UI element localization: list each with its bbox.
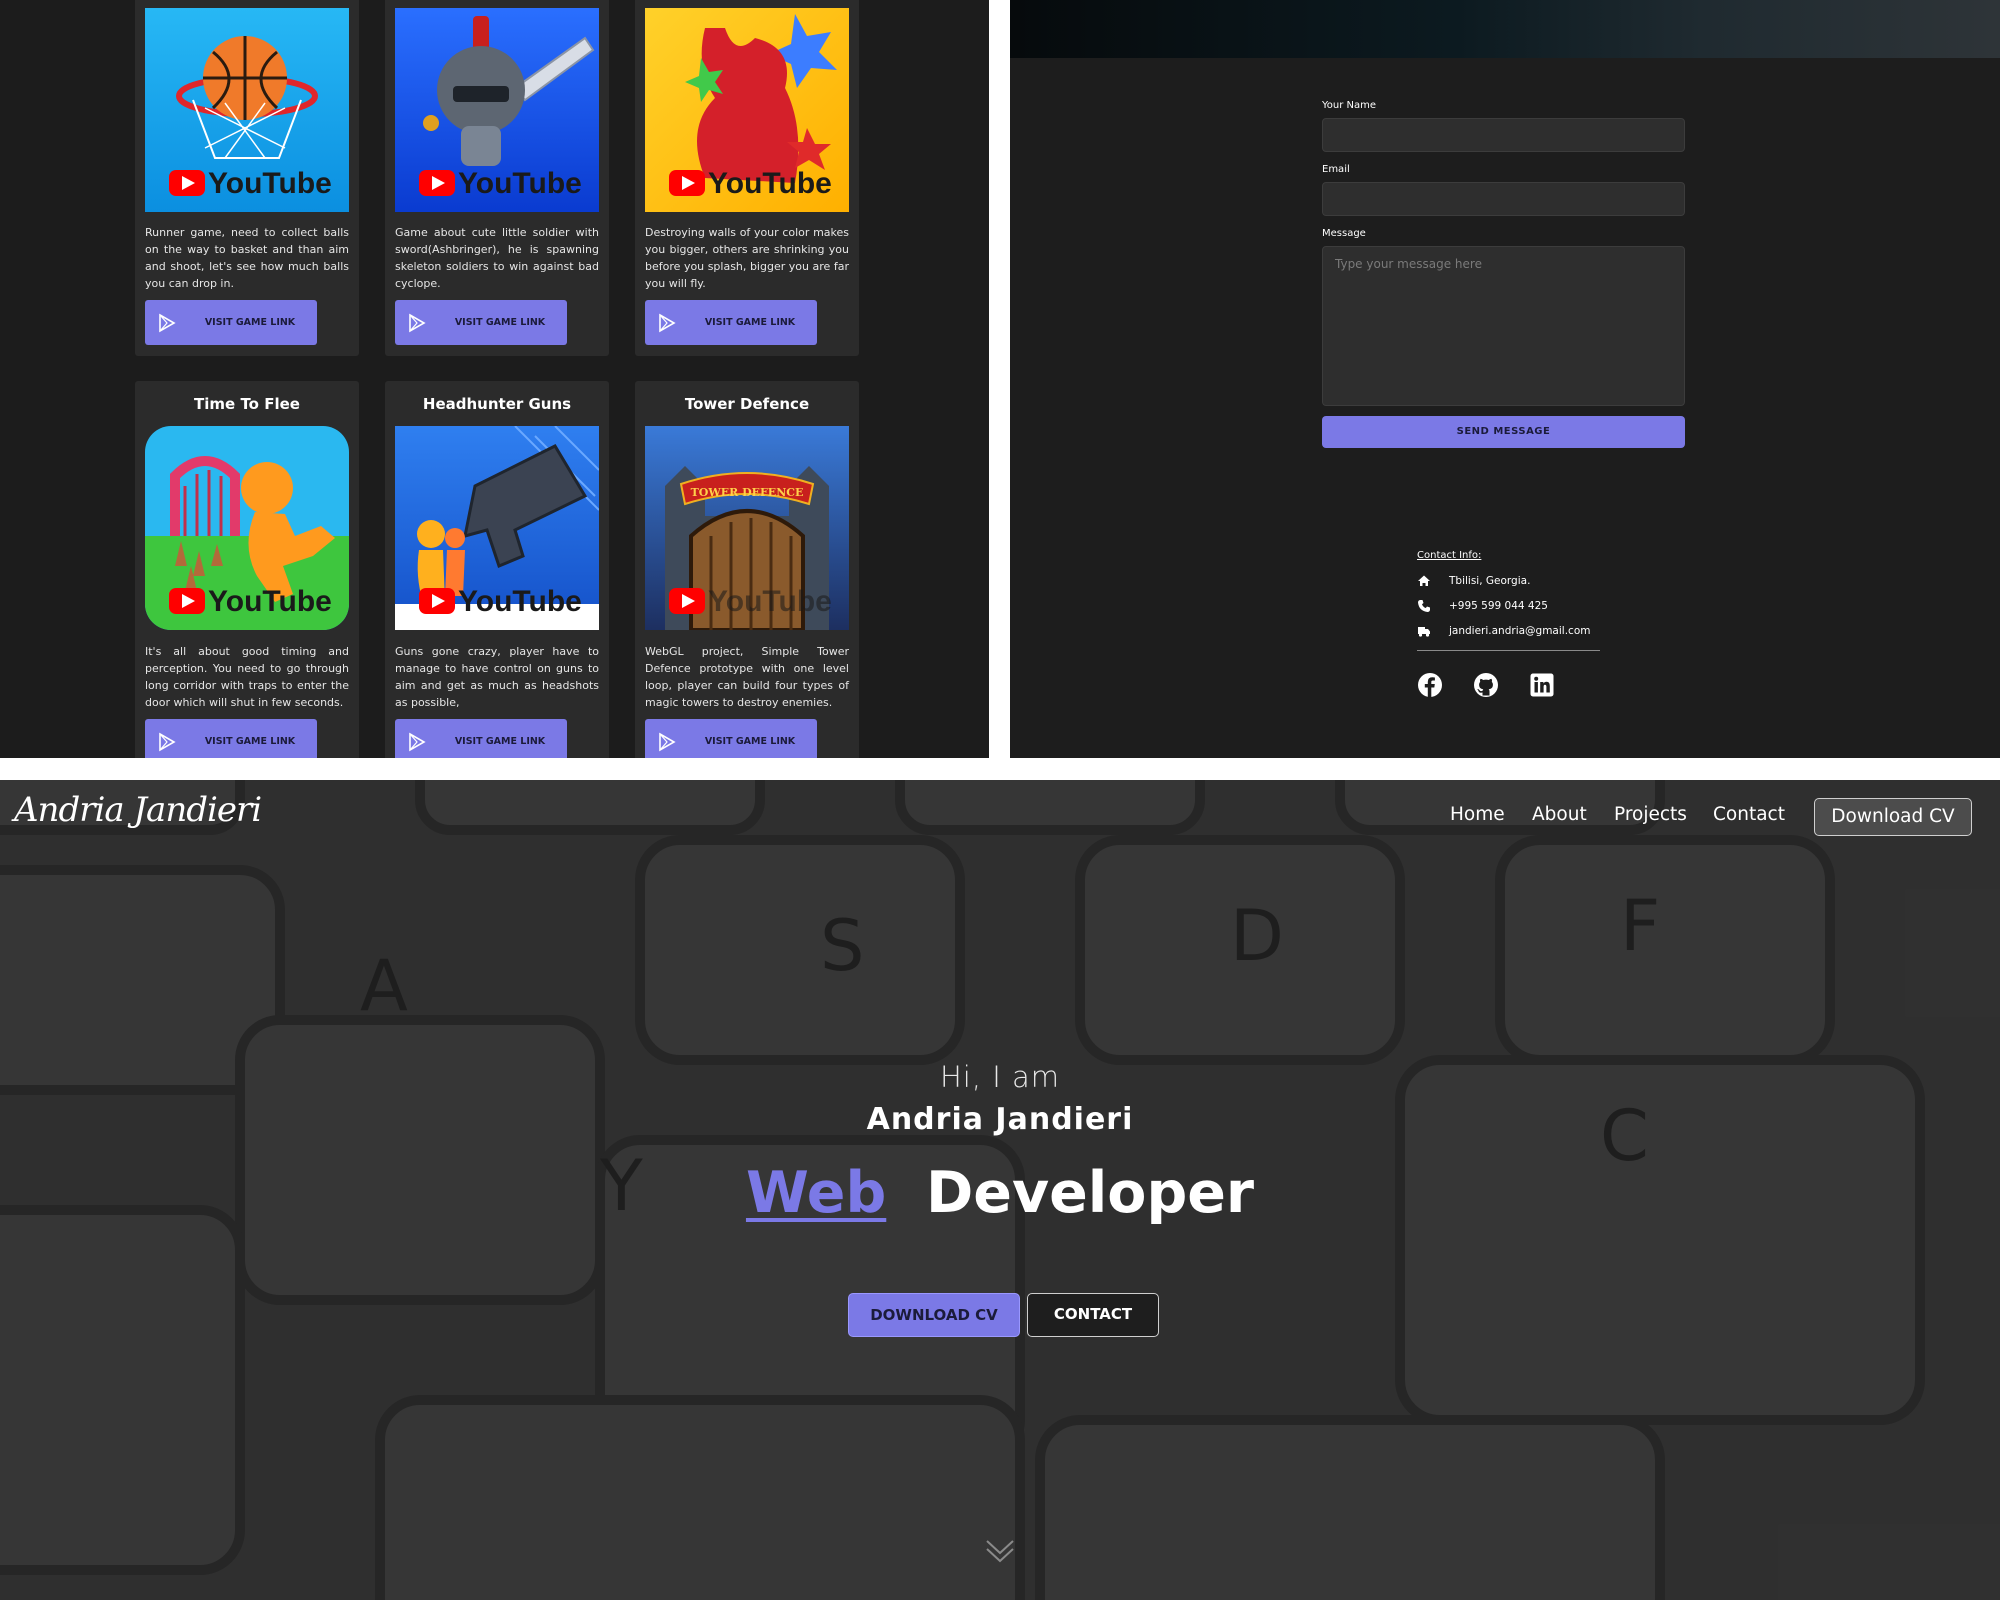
hero-name: Andria Jandieri bbox=[866, 1102, 1134, 1137]
game-card: Time To Flee YouTube It's all about good… bbox=[135, 381, 359, 758]
youtube-wordmark: YouTube bbox=[708, 585, 832, 618]
tower-defence-thumbnail-image: TOWER DEFENCE YouTube bbox=[645, 426, 849, 630]
visit-game-link-label: VISIT GAME LINK bbox=[454, 736, 546, 747]
play-store-icon bbox=[159, 313, 176, 333]
facebook-icon[interactable] bbox=[1417, 672, 1443, 698]
contact-header-image bbox=[1010, 0, 2000, 58]
games-panel: YouTube Runner game, need to collect bal… bbox=[0, 0, 989, 758]
youtube-wordmark: YouTube bbox=[458, 167, 582, 200]
game-thumbnail[interactable]: YouTube bbox=[145, 426, 349, 630]
game-card: YouTube Destroying walls of your color m… bbox=[635, 0, 859, 356]
phone-icon bbox=[1418, 600, 1430, 612]
visit-game-link-button[interactable]: VISIT GAME LINK bbox=[645, 300, 817, 345]
visit-game-link-label: VISIT GAME LINK bbox=[454, 317, 546, 328]
soldier-thumbnail-image: YouTube bbox=[395, 8, 599, 212]
headhunter-guns-thumbnail-image: YouTube bbox=[395, 426, 599, 630]
play-store-icon bbox=[659, 313, 676, 333]
game-thumbnail[interactable]: TOWER DEFENCE YouTube bbox=[645, 426, 849, 630]
visit-game-link-button[interactable]: VISIT GAME LINK bbox=[145, 719, 317, 758]
visit-game-link-label: VISIT GAME LINK bbox=[204, 317, 296, 328]
message-label: Message bbox=[1322, 228, 1366, 239]
game-card: YouTube Game about cute little soldier w… bbox=[385, 0, 609, 356]
hero-role-highlight: Web bbox=[745, 1160, 887, 1226]
address-text: Tbilisi, Georgia. bbox=[1449, 575, 1531, 587]
game-card: YouTube Runner game, need to collect bal… bbox=[135, 0, 359, 356]
send-message-button[interactable]: SEND MESSAGE bbox=[1322, 416, 1685, 448]
name-label: Your Name bbox=[1322, 100, 1377, 111]
home-icon bbox=[1418, 575, 1430, 586]
visit-game-link-label: VISIT GAME LINK bbox=[704, 736, 796, 747]
youtube-wordmark: YouTube bbox=[708, 167, 832, 200]
paint-splash-thumbnail-image: YouTube bbox=[645, 8, 849, 212]
email-label: Email bbox=[1322, 164, 1350, 175]
game-thumbnail[interactable]: YouTube bbox=[395, 426, 599, 630]
visit-game-link-button[interactable]: VISIT GAME LINK bbox=[395, 300, 567, 345]
youtube-wordmark: YouTube bbox=[458, 585, 582, 618]
game-description: It's all about good timing and perceptio… bbox=[145, 645, 349, 709]
game-description: Runner game, need to collect balls on th… bbox=[145, 226, 349, 290]
hero-role-title: Developer bbox=[925, 1160, 1255, 1226]
visit-game-link-label: VISIT GAME LINK bbox=[204, 736, 296, 747]
youtube-wordmark: YouTube bbox=[208, 167, 332, 200]
hero-panel: A S D F Y C Andria Jandieri Home About P… bbox=[0, 780, 2000, 1600]
play-store-icon bbox=[159, 732, 176, 752]
nav-download-cv-button[interactable]: Download CV bbox=[1814, 798, 1972, 836]
game-card: Headhunter Guns YouTube Guns gone crazy,… bbox=[385, 381, 609, 758]
play-store-icon bbox=[409, 732, 426, 752]
visit-game-link-button[interactable]: VISIT GAME LINK bbox=[145, 300, 317, 345]
linkedin-icon[interactable] bbox=[1529, 672, 1555, 698]
download-cv-button[interactable]: DOWNLOAD CV bbox=[848, 1293, 1020, 1337]
message-field[interactable]: Type your message here bbox=[1322, 246, 1685, 406]
email-text[interactable]: jandieri.andria@gmail.com bbox=[1449, 625, 1590, 637]
game-title: Headhunter Guns bbox=[422, 395, 572, 413]
game-thumbnail[interactable]: YouTube bbox=[395, 8, 599, 212]
nav-home[interactable]: Home bbox=[1450, 804, 1505, 825]
game-description: WebGL project, Simple Tower Defence prot… bbox=[645, 645, 849, 709]
game-card: Tower Defence TOWER DEFENCE YouTube WebG… bbox=[635, 381, 859, 758]
game-title: Tower Defence bbox=[684, 395, 810, 413]
nav-projects[interactable]: Projects bbox=[1614, 804, 1687, 825]
hero-greeting: Hi, I am bbox=[939, 1060, 1061, 1094]
nav-contact[interactable]: Contact bbox=[1713, 804, 1785, 825]
scroll-down-chevron-icon[interactable] bbox=[984, 1535, 1016, 1565]
phone-text: +995 599 044 425 bbox=[1449, 600, 1548, 612]
youtube-wordmark: YouTube bbox=[208, 585, 332, 618]
contact-info-title: Contact Info: bbox=[1417, 550, 1482, 561]
tower-defence-banner-text: TOWER DEFENCE bbox=[691, 486, 804, 499]
contact-button[interactable]: CONTACT bbox=[1027, 1293, 1159, 1337]
time-to-flee-thumbnail-image: YouTube bbox=[145, 426, 349, 630]
game-title: Time To Flee bbox=[194, 395, 300, 413]
game-description: Game about cute little soldier with swor… bbox=[395, 226, 599, 290]
game-description: Guns gone crazy, player have to manage t… bbox=[395, 645, 599, 709]
github-icon[interactable] bbox=[1473, 672, 1499, 698]
nav-about[interactable]: About bbox=[1532, 804, 1587, 825]
site-logo[interactable]: Andria Jandieri bbox=[14, 790, 262, 830]
visit-game-link-button[interactable]: VISIT GAME LINK bbox=[395, 719, 567, 758]
mail-icon bbox=[1418, 627, 1430, 637]
hero-role: Web Developer bbox=[0, 1160, 2000, 1226]
game-description: Destroying walls of your color makes you… bbox=[645, 226, 849, 290]
visit-game-link-button[interactable]: VISIT GAME LINK bbox=[645, 719, 817, 758]
game-thumbnail[interactable]: YouTube bbox=[645, 8, 849, 212]
play-store-icon bbox=[659, 732, 676, 752]
game-thumbnail[interactable]: YouTube bbox=[145, 8, 349, 212]
play-store-icon bbox=[409, 313, 426, 333]
contact-panel: Your Name Email Message Type your messag… bbox=[1010, 0, 2000, 758]
message-placeholder: Type your message here bbox=[1335, 257, 1482, 271]
divider bbox=[1417, 650, 1600, 651]
basketball-thumbnail-image: YouTube bbox=[145, 8, 349, 212]
visit-game-link-label: VISIT GAME LINK bbox=[704, 317, 796, 328]
email-field[interactable] bbox=[1322, 182, 1685, 216]
name-field[interactable] bbox=[1322, 118, 1685, 152]
